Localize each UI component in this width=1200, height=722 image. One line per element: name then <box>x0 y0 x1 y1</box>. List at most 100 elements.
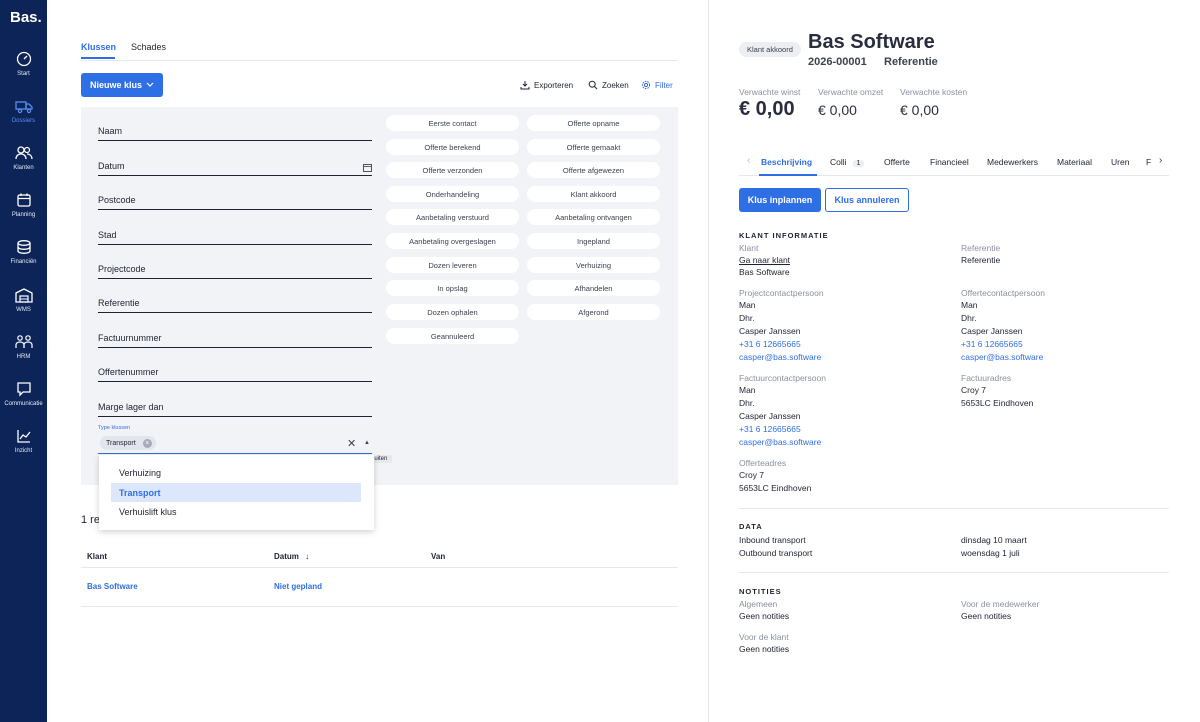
status-offerte-afgewezen[interactable]: Offerte afgewezen <box>527 162 660 178</box>
sidebar-item-klanten[interactable]: Klanten <box>0 145 47 171</box>
city-field[interactable]: Stad <box>98 225 372 245</box>
quote-contact-phone[interactable]: +31 6 12665665 <box>961 339 1023 349</box>
job-type-label: Type klussen <box>98 425 131 431</box>
status-dozen-leveren[interactable]: Dozen leveren <box>386 257 519 273</box>
status-afgerond[interactable]: Afgerond <box>527 304 660 320</box>
status-verhuizing[interactable]: Verhuizing <box>527 257 660 273</box>
clear-icon[interactable]: ✕ <box>347 437 356 450</box>
calendar-icon[interactable] <box>363 163 372 172</box>
project-contact-email[interactable]: casper@bas.software <box>739 352 821 362</box>
status-geannuleerd[interactable]: Geannuleerd <box>386 328 519 344</box>
column-header-datum[interactable]: Datum ↓ <box>274 552 309 561</box>
active-tab-indicator <box>81 57 115 59</box>
option-verhuislift-klus[interactable]: Verhuislift klus <box>111 502 361 521</box>
tab-uren[interactable]: Uren <box>1111 157 1129 167</box>
sidebar-item-hrm[interactable]: HRM <box>0 334 47 360</box>
status-onderhandeling[interactable]: Onderhandeling <box>386 186 519 202</box>
status-offerte-opname[interactable]: Offerte opname <box>527 115 660 131</box>
quote-address-city: 5653LC Eindhoven <box>739 483 812 493</box>
tab-offerte[interactable]: Offerte <box>884 157 910 167</box>
quote-contact-label: Offertecontactpersoon <box>961 288 1045 298</box>
name-field[interactable]: Naam <box>98 121 372 141</box>
date-field[interactable]: Datum <box>98 156 372 176</box>
chevron-right-icon[interactable]: › <box>1159 155 1162 166</box>
new-job-label: Nieuwe klus <box>89 80 143 90</box>
job-reference: Referentie <box>884 56 938 68</box>
status-offerte-berekend[interactable]: Offerte berekend <box>386 139 519 155</box>
status-dozen-ophalen[interactable]: Dozen ophalen <box>386 304 519 320</box>
tab-beschrijving[interactable]: Beschrijving <box>761 157 812 167</box>
invoice-contact-email[interactable]: casper@bas.software <box>739 437 821 447</box>
margin-below-field[interactable]: Marge lager dan <box>98 397 372 417</box>
search-button[interactable]: Zoeken <box>588 80 629 90</box>
status-in-opslag[interactable]: In opslag <box>386 280 519 296</box>
status-aanbetaling-verstuurd[interactable]: Aanbetaling verstuurd <box>386 209 519 225</box>
status-aanbetaling-ontvangen[interactable]: Aanbetaling ontvangen <box>527 209 660 225</box>
sidebar-item-label: HRM <box>16 354 31 360</box>
job-type-select[interactable]: Transport × ✕ ▲ <box>98 434 372 454</box>
project-contact-title: Dhr. <box>739 313 755 323</box>
reference-field[interactable]: Referentie <box>98 293 372 313</box>
export-button[interactable]: Exporteren <box>520 80 573 90</box>
status-eerste-contact[interactable]: Eerste contact <box>386 115 519 131</box>
type-chip-transport[interactable]: Transport × <box>100 436 156 450</box>
column-header-klant[interactable]: Klant <box>87 552 107 561</box>
sidebar-item-financien[interactable]: Financiën <box>0 239 47 265</box>
filter-label: Filter <box>655 80 673 90</box>
section-title-client-info: KLANT INFORMATIE <box>739 231 829 240</box>
job-number: 2026-00001 <box>808 56 867 68</box>
notes-employee-value: Geen notities <box>961 611 1012 621</box>
caret-up-icon[interactable]: ▲ <box>364 440 370 446</box>
project-code-field[interactable]: Projectcode <box>98 259 372 279</box>
quote-contact-email[interactable]: casper@bas.software <box>961 352 1043 362</box>
tab-truncated[interactable]: F <box>1146 157 1151 167</box>
column-header-van[interactable]: Van <box>431 552 445 561</box>
status-offerte-gemaakt[interactable]: Offerte gemaakt <box>527 139 660 155</box>
app-logo[interactable]: Bas. <box>10 9 42 26</box>
detail-tabs: ‹ Beschrijving Colli 1 Offerte Financieel… <box>739 146 1169 176</box>
chip-remove-icon[interactable]: × <box>142 439 152 448</box>
sidebar-item-communicatie[interactable]: Communicatie <box>0 381 47 407</box>
client-name: Bas Software <box>739 267 790 277</box>
sidebar-item-start[interactable]: Start <box>0 51 47 77</box>
go-to-client-link[interactable]: Ga naar klant <box>739 255 790 265</box>
sidebar-item-wms[interactable]: WMS <box>0 287 47 313</box>
option-verhuizing[interactable]: Verhuizing <box>111 463 361 482</box>
postcode-field[interactable]: Postcode <box>98 190 372 210</box>
tab-klussen[interactable]: Klussen <box>81 42 116 52</box>
filter-button[interactable]: Filter <box>641 80 673 90</box>
tab-medewerkers[interactable]: Medewerkers <box>987 157 1038 167</box>
notes-client-label: Voor de klant <box>739 632 789 642</box>
new-job-button[interactable]: Nieuwe klus <box>81 73 163 97</box>
quote-address-label: Offerteadres <box>739 458 787 468</box>
sidebar-item-inzicht[interactable]: Inzicht <box>0 428 47 454</box>
status-ingepland[interactable]: Ingepland <box>527 233 660 249</box>
tab-colli[interactable]: Colli 1 <box>830 157 865 167</box>
invoice-contact-phone[interactable]: +31 6 12665665 <box>739 424 801 434</box>
sidebar-item-label: Communicatie <box>4 401 43 407</box>
truck-icon <box>14 101 33 114</box>
status-aanbetaling-overgeslagen[interactable]: Aanbetaling overgeslagen <box>386 233 519 249</box>
option-transport[interactable]: Transport <box>111 483 361 502</box>
quote-number-field[interactable]: Offertenummer <box>98 362 372 382</box>
plan-job-button[interactable]: Klus inplannen <box>739 188 821 212</box>
status-offerte-verzonden[interactable]: Offerte verzonden <box>386 162 519 178</box>
tab-schades[interactable]: Schades <box>131 42 166 52</box>
stat-label-revenue: Verwachte omzet <box>818 87 884 97</box>
sidebar-item-dossiers[interactable]: Dossiers <box>0 98 47 124</box>
cell-klant[interactable]: Bas Software <box>87 582 138 591</box>
notes-general-value: Geen notities <box>739 611 790 621</box>
status-klant-akkoord[interactable]: Klant akkoord <box>527 186 660 202</box>
tab-financieel[interactable]: Financieel <box>930 157 969 167</box>
coins-icon <box>16 240 31 254</box>
tab-materiaal[interactable]: Materiaal <box>1057 157 1092 167</box>
table-header-divider <box>81 567 678 568</box>
cancel-job-button[interactable]: Klus annuleren <box>825 188 909 212</box>
invoice-number-field[interactable]: Factuurnummer <box>98 328 372 348</box>
cell-datum[interactable]: Niet gepland <box>274 582 322 591</box>
sidebar-item-planning[interactable]: Planning <box>0 192 47 218</box>
dashboard-icon <box>16 51 31 67</box>
status-afhandelen[interactable]: Afhandelen <box>527 280 660 296</box>
chevron-left-icon[interactable]: ‹ <box>747 155 750 166</box>
project-contact-phone[interactable]: +31 6 12665665 <box>739 339 801 349</box>
